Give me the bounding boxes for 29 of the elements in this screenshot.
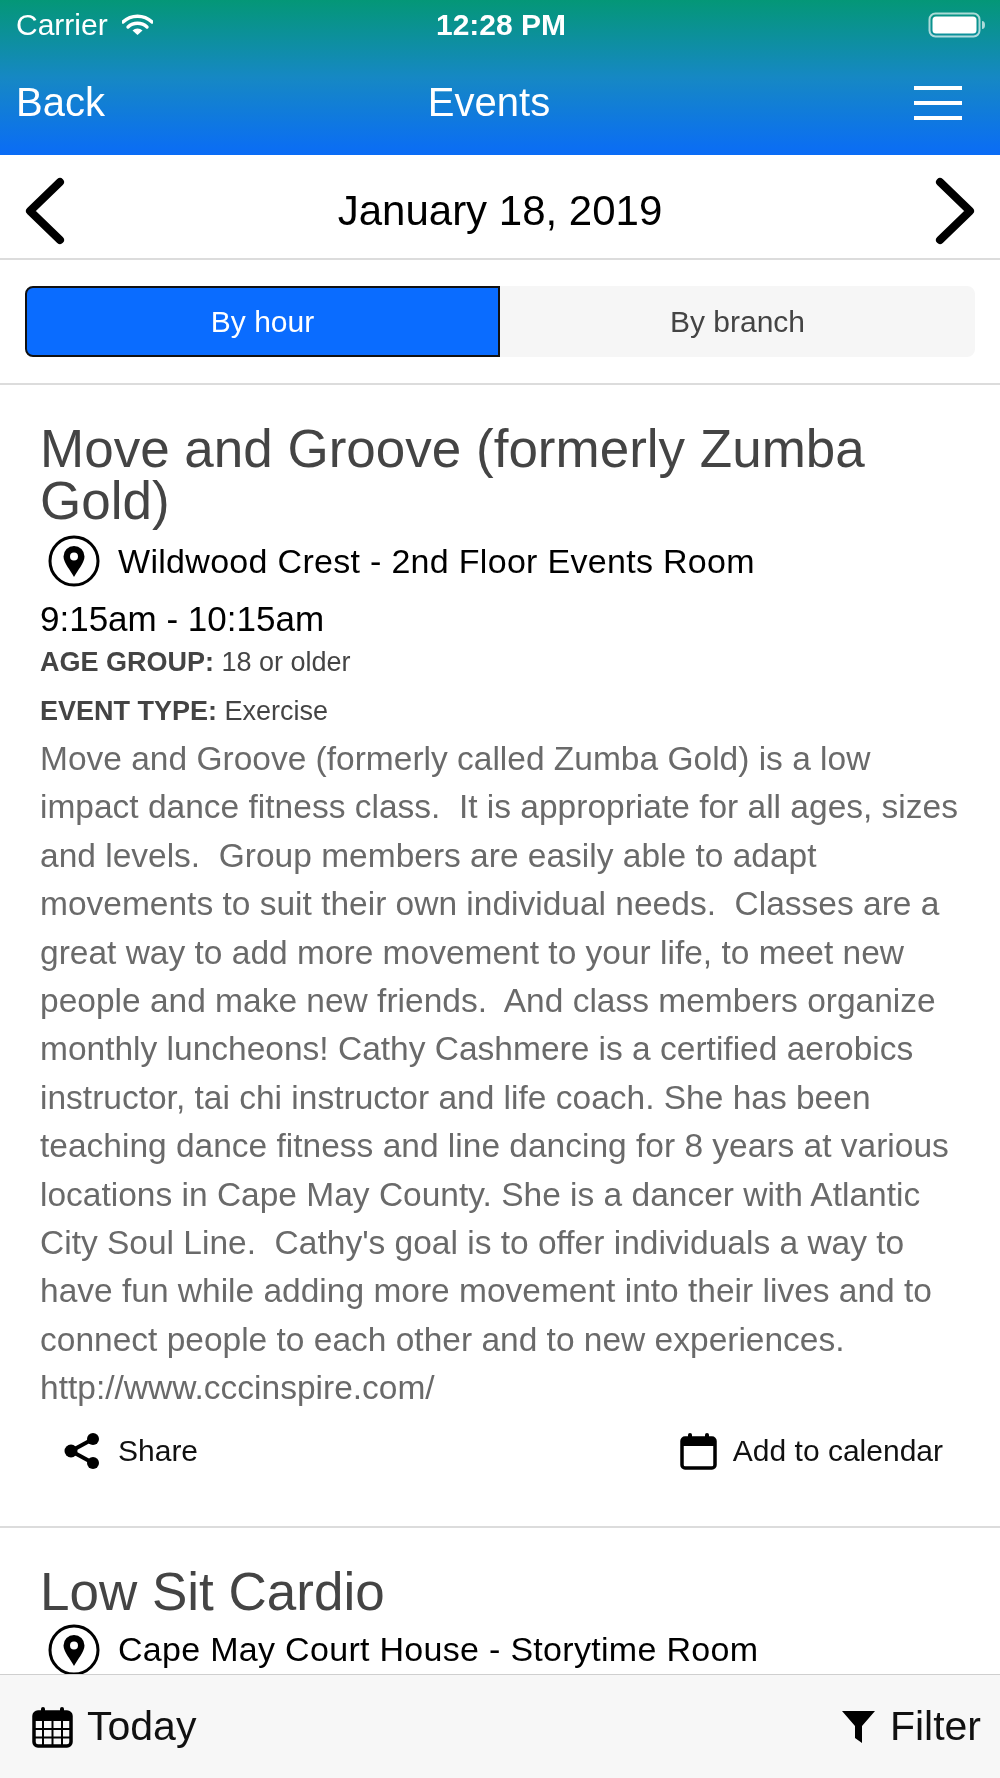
share-button[interactable]: Share [62,1431,199,1470]
chevron-right-icon[interactable] [935,176,975,245]
carrier-text: Carrier [16,8,108,42]
wifi-icon [121,14,153,36]
segment-tab[interactable]: By branch [500,286,975,357]
chevron-left-icon[interactable] [25,176,65,245]
location-pin-icon [48,535,100,587]
location-pin-icon [48,1623,100,1674]
today-button[interactable]: Today [32,1703,197,1750]
event-title: Low Sit Cardio [40,1565,386,1618]
event-description: Move and Groove (formerly called Zumba Gold) is a low impact dance fitness class. It is appropriate for all ages, sizes and levels. Group members are easily able to adapt movements to suit their own individual needs. Classes are a great way to add more movement to your life, to meet new people and make new friends. And class members organize monthly luncheons! Cathy Cashmere is a certified aerobics instructor, tai chi instructor and life coach. She has been teaching dance fitness and line dancing for 8 years at various locations in Cape May County. She is a dancer with Atlantic City Soul Line. Cathy's goal is to offer individuals a way to have fun while adding more movement into their lives and to connect people to each other and to new experiences. http://www.cccinspire.com/ [40,739,959,1409]
filter-button[interactable]: Filter [840,1703,981,1750]
location-text: Wildwood Crest - 2nd Floor Events Room [118,541,755,581]
segment-tab[interactable]: By hour [25,286,500,357]
calendar-icon [679,1431,717,1470]
event-detail-text: EVENT TYPE: Exercise [40,695,330,728]
location-text: Cape May Court House - Storytime Room [118,1630,759,1670]
event-detail-text: AGE GROUP: 18 or older [40,646,352,679]
date-title: January 18, 2019 [337,186,663,235]
add-to-calendar-button[interactable]: Add to calendar [679,1431,943,1470]
menu-icon[interactable] [914,85,962,120]
screen-title: Events [427,80,551,125]
back-button[interactable]: Back [16,80,105,125]
calendar-icon [32,1705,73,1748]
event-time: 9:15am - 10:15am [40,599,326,639]
filter-icon [840,1709,876,1744]
battery-icon [928,12,986,38]
share-icon [62,1431,102,1470]
status-time: 12:28 PM [435,8,567,42]
